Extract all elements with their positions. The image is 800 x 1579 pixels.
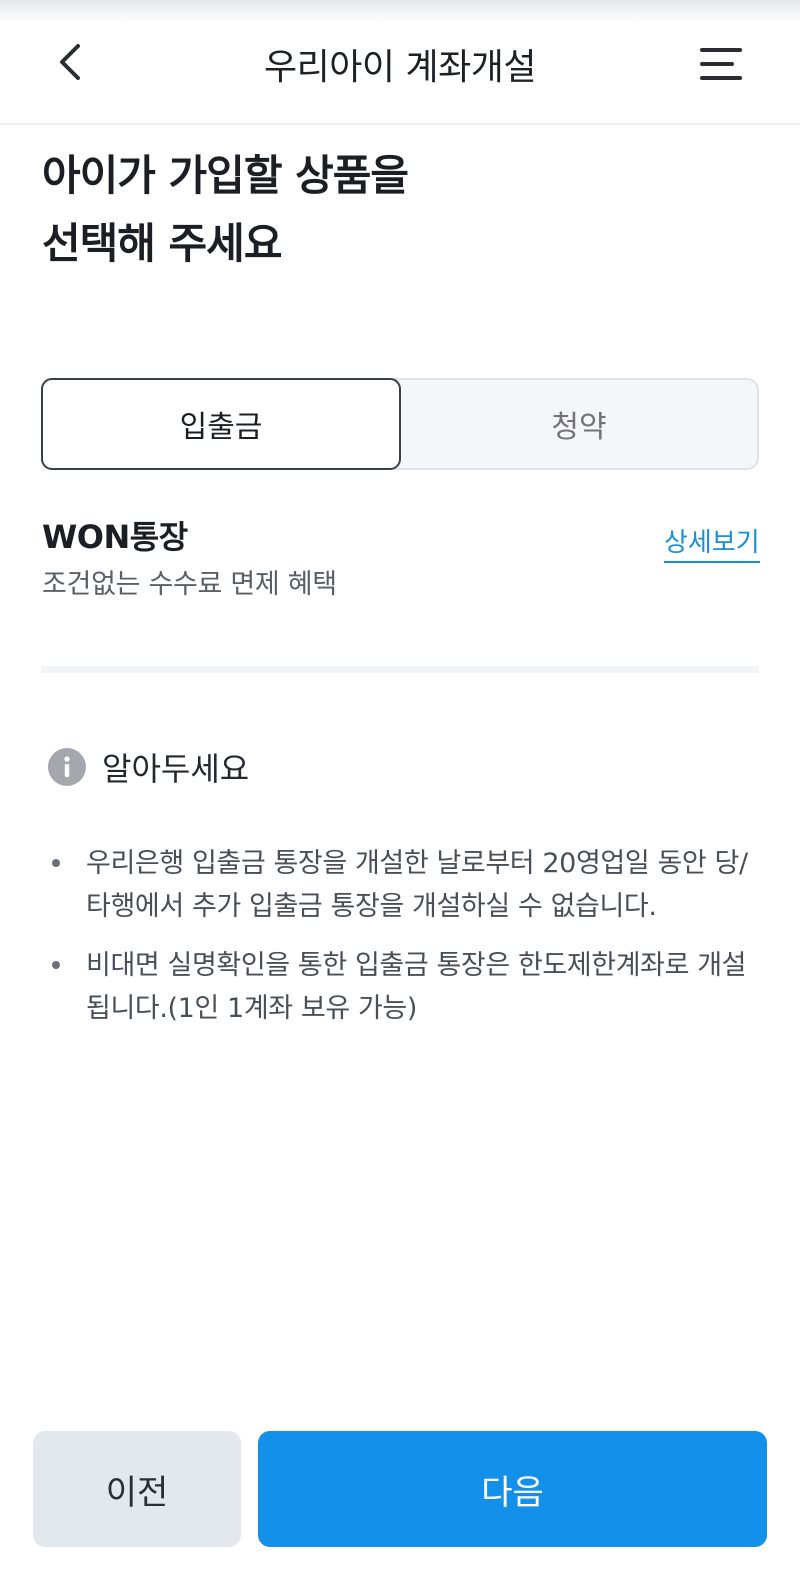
page-title-line2: 선택해 주세요 bbox=[42, 219, 282, 268]
status-bar-shadow bbox=[0, 0, 800, 22]
hamburger-menu-icon bbox=[700, 48, 742, 80]
notice-title: 알아두세요 bbox=[102, 750, 250, 788]
next-button[interactable]: 다음 bbox=[258, 1431, 767, 1547]
notice-list: 우리은행 입출금 통장을 개설한 날로부터 20영업일 동안 당/타행에서 추가… bbox=[48, 842, 763, 1046]
list-item: 비대면 실명확인을 통한 입출금 통장은 한도제한계좌로 개설됩니다.(1인 1… bbox=[48, 944, 763, 1030]
bullet-icon bbox=[52, 961, 60, 969]
header-title: 우리아이 계좌개설 bbox=[264, 47, 536, 88]
view-details-link[interactable]: 상세보기 bbox=[664, 522, 760, 563]
list-item: 우리은행 입출금 통장을 개설한 날로부터 20영업일 동안 당/타행에서 추가… bbox=[48, 842, 763, 928]
product-name: WON통장 bbox=[42, 518, 188, 556]
bullet-icon bbox=[52, 859, 60, 867]
notice-header: 알아두세요 bbox=[48, 744, 249, 790]
tab-subscription[interactable]: 청약 bbox=[401, 380, 757, 468]
menu-button[interactable] bbox=[700, 44, 744, 84]
page-title-line1: 아이가 가입할 상품을 bbox=[42, 151, 409, 200]
previous-button[interactable]: 이전 bbox=[33, 1431, 241, 1547]
info-icon bbox=[48, 748, 86, 786]
product-description: 조건없는 수수료 면제 혜택 bbox=[42, 569, 337, 600]
page-title: 아이가 가입할 상품을 선택해 주세요 bbox=[42, 142, 742, 278]
product-type-tabs: 입출금 청약 bbox=[41, 378, 759, 470]
section-divider bbox=[41, 666, 759, 673]
tab-deposit-withdrawal[interactable]: 입출금 bbox=[41, 378, 401, 470]
notice-text: 우리은행 입출금 통장을 개설한 날로부터 20영업일 동안 당/타행에서 추가… bbox=[86, 848, 748, 922]
app-header: 우리아이 계좌개설 bbox=[0, 22, 800, 125]
notice-text: 비대면 실명확인을 통한 입출금 통장은 한도제한계좌로 개설됩니다.(1인 1… bbox=[86, 950, 747, 1024]
